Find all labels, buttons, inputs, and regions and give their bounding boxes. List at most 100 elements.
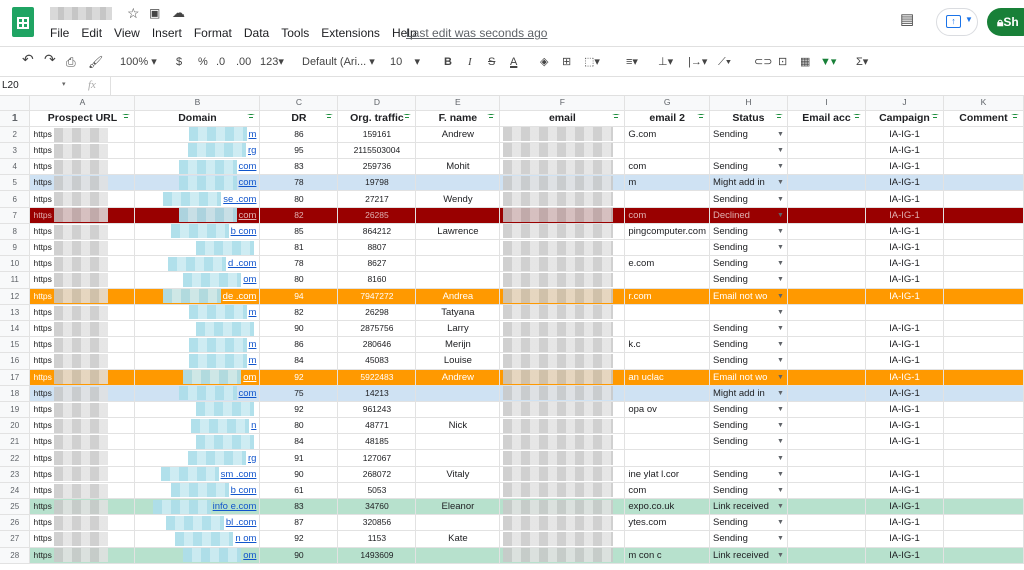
prospect-url-cell[interactable]: https: [29, 433, 136, 451]
email-2-cell[interactable]: G.com: [624, 126, 710, 143]
sheets-logo-icon[interactable]: [12, 7, 34, 37]
email-cell[interactable]: [499, 174, 626, 192]
traffic-cell[interactable]: 48185: [337, 433, 417, 451]
domain-cell[interactable]: com: [134, 207, 261, 224]
status-cell[interactable]: Sending ▼: [709, 239, 788, 257]
email-account-cell[interactable]: [787, 547, 866, 564]
email-2-cell[interactable]: m: [624, 174, 710, 192]
email-2-cell[interactable]: [624, 433, 710, 451]
first-name-cell[interactable]: [415, 271, 501, 289]
dr-cell[interactable]: 92: [259, 369, 339, 386]
horizontal-align-icon[interactable]: ≡▾: [626, 55, 638, 69]
dr-cell[interactable]: 83: [259, 498, 339, 516]
status-cell[interactable]: ▼: [709, 449, 788, 467]
email-2-cell[interactable]: [624, 449, 710, 467]
campaign-cell[interactable]: IA-IG-1: [865, 239, 944, 257]
comment-cell[interactable]: [943, 449, 1024, 467]
filter-icon[interactable]: [696, 113, 705, 122]
header-cell[interactable]: Comment: [943, 110, 1024, 127]
comment-cell[interactable]: [943, 385, 1024, 402]
status-cell[interactable]: Sending ▼: [709, 255, 788, 273]
prospect-url-cell[interactable]: https: [29, 369, 136, 386]
email-2-cell[interactable]: r.com: [624, 288, 710, 305]
dr-cell[interactable]: 81: [259, 239, 339, 257]
campaign-cell[interactable]: IA-IG-1: [865, 482, 944, 500]
fill-color-icon[interactable]: ◈: [540, 55, 548, 69]
campaign-cell[interactable]: IA-IG-1: [865, 174, 944, 192]
first-name-cell[interactable]: Kate: [415, 530, 501, 548]
status-cell[interactable]: Sending ▼: [709, 126, 788, 143]
campaign-cell[interactable]: IA-IG-1: [865, 158, 944, 176]
email-account-cell[interactable]: [787, 320, 866, 338]
domain-cell[interactable]: m: [134, 352, 261, 370]
traffic-cell[interactable]: 34760: [337, 498, 417, 516]
comment-cell[interactable]: [943, 530, 1024, 548]
prospect-url-cell[interactable]: https: [29, 449, 136, 467]
row-header[interactable]: 18: [0, 385, 31, 402]
bold-button[interactable]: B: [444, 55, 452, 69]
first-name-cell[interactable]: [415, 207, 501, 224]
filter-icon[interactable]: [930, 113, 939, 122]
merge-cells-icon[interactable]: ⬚▾: [584, 55, 600, 69]
row-header[interactable]: 13: [0, 304, 31, 321]
comment-cell[interactable]: [943, 320, 1024, 338]
prospect-url-cell[interactable]: https: [29, 401, 136, 419]
domain-cell[interactable]: n om: [134, 530, 261, 548]
increase-decimal-button[interactable]: .00: [236, 55, 251, 69]
first-name-cell[interactable]: [415, 433, 501, 451]
domain-cell[interactable]: [134, 433, 261, 451]
email-account-cell[interactable]: [787, 304, 866, 321]
email-2-cell[interactable]: expo.co.uk: [624, 498, 710, 516]
first-name-cell[interactable]: Louise: [415, 352, 501, 370]
redo-icon[interactable]: ↷: [44, 52, 56, 66]
email-cell[interactable]: [499, 433, 626, 451]
email-2-cell[interactable]: com: [624, 158, 710, 176]
status-dropdown-icon[interactable]: ▼: [777, 337, 784, 352]
dr-cell[interactable]: 94: [259, 288, 339, 305]
header-cell[interactable]: DR: [259, 110, 339, 127]
status-dropdown-icon[interactable]: ▼: [777, 434, 784, 449]
prospect-url-cell[interactable]: https: [29, 417, 136, 435]
traffic-cell[interactable]: 5053: [337, 482, 417, 500]
prospect-url-cell[interactable]: https: [29, 514, 136, 532]
row-header[interactable]: 5: [0, 174, 31, 192]
status-cell[interactable]: Sending ▼: [709, 352, 788, 370]
column-header-f[interactable]: F: [499, 96, 626, 111]
email-cell[interactable]: [499, 417, 626, 435]
email-account-cell[interactable]: [787, 158, 866, 176]
campaign-cell[interactable]: IA-IG-1: [865, 369, 944, 386]
status-cell[interactable]: Sending ▼: [709, 401, 788, 419]
row-header[interactable]: 23: [0, 466, 31, 483]
email-account-cell[interactable]: [787, 336, 866, 354]
status-cell[interactable]: Sending ▼: [709, 417, 788, 435]
dr-cell[interactable]: 85: [259, 223, 339, 241]
dr-cell[interactable]: 82: [259, 207, 339, 224]
comment-cell[interactable]: [943, 223, 1024, 241]
prospect-url-cell[interactable]: https: [29, 190, 136, 208]
traffic-cell[interactable]: 5922483: [337, 369, 417, 386]
email-account-cell[interactable]: [787, 223, 866, 241]
email-2-cell[interactable]: [624, 530, 710, 548]
filter-icon[interactable]: [247, 113, 256, 122]
email-cell[interactable]: [499, 207, 626, 224]
prospect-url-cell[interactable]: https: [29, 223, 136, 241]
status-dropdown-icon[interactable]: ▼: [777, 208, 784, 223]
dr-cell[interactable]: 80: [259, 417, 339, 435]
status-cell[interactable]: Email not wo ▼: [709, 288, 788, 305]
status-cell[interactable]: Sending ▼: [709, 433, 788, 451]
move-folder-icon[interactable]: ▣: [149, 5, 160, 21]
column-header-e[interactable]: E: [415, 96, 501, 111]
comment-history-icon[interactable]: ▤: [900, 12, 914, 28]
email-2-cell[interactable]: com: [624, 482, 710, 500]
traffic-cell[interactable]: 1493609: [337, 547, 417, 564]
dr-cell[interactable]: 78: [259, 174, 339, 192]
row-header[interactable]: 14: [0, 320, 31, 338]
email-account-cell[interactable]: [787, 142, 866, 160]
email-2-cell[interactable]: [624, 417, 710, 435]
comment-cell[interactable]: [943, 514, 1024, 532]
traffic-cell[interactable]: 7947272: [337, 288, 417, 305]
traffic-cell[interactable]: 8807: [337, 239, 417, 257]
status-cell[interactable]: Sending ▼: [709, 482, 788, 500]
status-cell[interactable]: Sending ▼: [709, 514, 788, 532]
status-dropdown-icon[interactable]: ▼: [777, 353, 784, 368]
